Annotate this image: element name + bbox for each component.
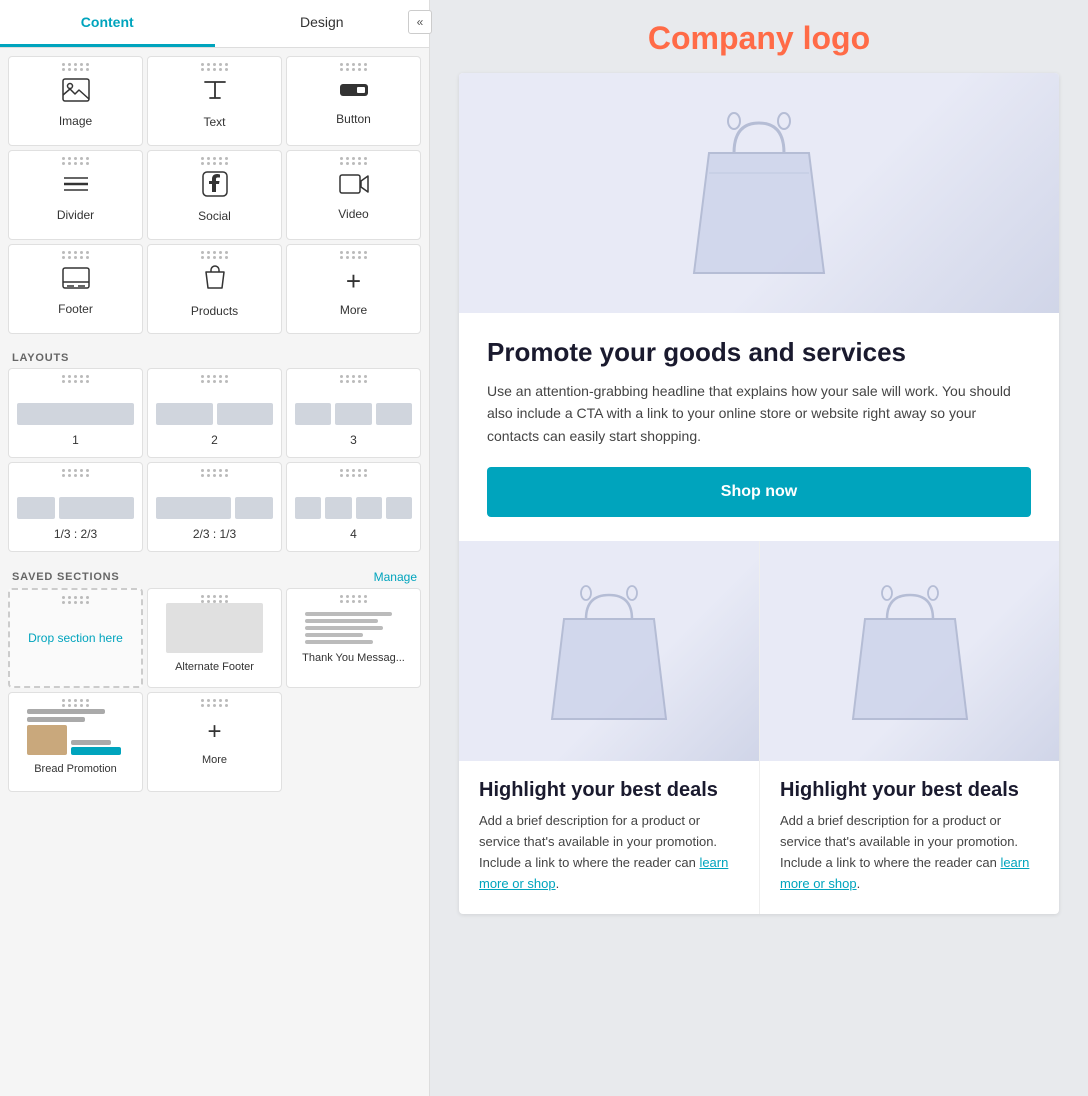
element-social-label: Social [198, 209, 231, 223]
elements-grid: Image Text Button [0, 48, 429, 342]
layout-2col[interactable]: 2 [147, 368, 282, 458]
layout-3col-label: 3 [350, 433, 357, 447]
saved-more-item[interactable]: + More [147, 692, 282, 792]
layout-1col-label: 1 [72, 433, 79, 447]
tab-content[interactable]: Content [0, 0, 215, 47]
element-more-label: More [340, 303, 367, 317]
layout-1col[interactable]: 1 [8, 368, 143, 458]
element-divider-label: Divider [57, 208, 94, 222]
col2-desc: Add a brief description for a product or… [780, 811, 1039, 894]
promo-title: Promote your goods and services [487, 337, 1031, 368]
promo-desc: Use an attention-grabbing headline that … [487, 380, 1031, 447]
element-footer-label: Footer [58, 302, 93, 316]
saved-sections-header: SAVED SECTIONS Manage [0, 560, 429, 588]
col1-card: Highlight your best deals Add a brief de… [459, 541, 759, 914]
image-icon [62, 78, 90, 108]
video-icon [339, 173, 369, 201]
divider-icon [62, 172, 90, 202]
tab-design[interactable]: Design [215, 0, 430, 47]
layout-2col-label: 2 [211, 433, 218, 447]
col2-card: Highlight your best deals Add a brief de… [759, 541, 1059, 914]
more-plus-icon: + [346, 266, 361, 297]
layout-1-3-2-3[interactable]: 1/3 : 2/3 [8, 462, 143, 552]
layout-4col-label: 4 [350, 527, 357, 541]
email-preview-area: Company logo Promote your goods and serv… [430, 0, 1088, 1096]
layout-4col[interactable]: 4 [286, 462, 421, 552]
element-image-label: Image [59, 114, 92, 128]
element-footer[interactable]: Footer [8, 244, 143, 334]
element-button[interactable]: Button [286, 56, 421, 146]
bread-promotion-item[interactable]: Bread Promotion [8, 692, 143, 792]
button-icon [339, 80, 369, 106]
element-more[interactable]: + More [286, 244, 421, 334]
element-products-label: Products [191, 304, 238, 318]
two-col-section: Highlight your best deals Add a brief de… [459, 541, 1059, 914]
saved-sections-title: SAVED SECTIONS [12, 571, 120, 583]
element-text-label: Text [203, 115, 225, 129]
drop-section-item[interactable]: Drop section here [8, 588, 143, 688]
col2-image [760, 541, 1059, 761]
saved-more-label: More [202, 754, 227, 766]
layouts-header: LAYOUTS [0, 342, 429, 368]
element-button-label: Button [336, 112, 371, 126]
saved-sections-grid: Drop section here Alternate Footer Thank [0, 588, 429, 800]
col1-image [459, 541, 759, 761]
alternate-footer-item[interactable]: Alternate Footer [147, 588, 282, 688]
social-icon [202, 171, 228, 203]
layout-3col[interactable]: 3 [286, 368, 421, 458]
left-panel: Content Design Image Text [0, 0, 430, 1096]
col2-body: Highlight your best deals Add a brief de… [760, 761, 1059, 914]
layout-2-3-1-3-label: 2/3 : 1/3 [193, 527, 236, 541]
email-body: Promote your goods and services Use an a… [459, 313, 1059, 541]
element-text[interactable]: Text [147, 56, 282, 146]
drop-section-label: Drop section here [18, 621, 133, 655]
panel-tabs: Content Design [0, 0, 429, 48]
manage-link[interactable]: Manage [374, 570, 417, 584]
col1-title: Highlight your best deals [479, 777, 739, 803]
text-icon [202, 77, 228, 109]
element-video-label: Video [338, 207, 368, 221]
collapse-panel-button[interactable]: « [408, 10, 432, 34]
layouts-grid: 1 2 3 [0, 368, 429, 560]
shop-now-button[interactable]: Shop now [487, 467, 1031, 517]
element-products[interactable]: Products [147, 244, 282, 334]
saved-more-icon: + [207, 718, 221, 746]
footer-icon [62, 266, 90, 296]
email-card: Promote your goods and services Use an a… [459, 73, 1059, 914]
col2-title: Highlight your best deals [780, 777, 1039, 803]
products-icon [202, 264, 228, 298]
element-social[interactable]: Social [147, 150, 282, 240]
layout-2-3-1-3[interactable]: 2/3 : 1/3 [147, 462, 282, 552]
element-divider[interactable]: Divider [8, 150, 143, 240]
company-logo: Company logo [648, 20, 870, 57]
element-image[interactable]: Image [8, 56, 143, 146]
bread-promotion-label: Bread Promotion [34, 763, 117, 775]
thank-you-item[interactable]: Thank You Messag... [286, 588, 421, 688]
hero-image [459, 73, 1059, 313]
col1-body: Highlight your best deals Add a brief de… [459, 761, 759, 914]
thank-you-label: Thank You Messag... [302, 652, 405, 664]
alternate-footer-label: Alternate Footer [175, 661, 254, 673]
layout-1-3-2-3-label: 1/3 : 2/3 [54, 527, 97, 541]
element-video[interactable]: Video [286, 150, 421, 240]
col1-desc: Add a brief description for a product or… [479, 811, 739, 894]
